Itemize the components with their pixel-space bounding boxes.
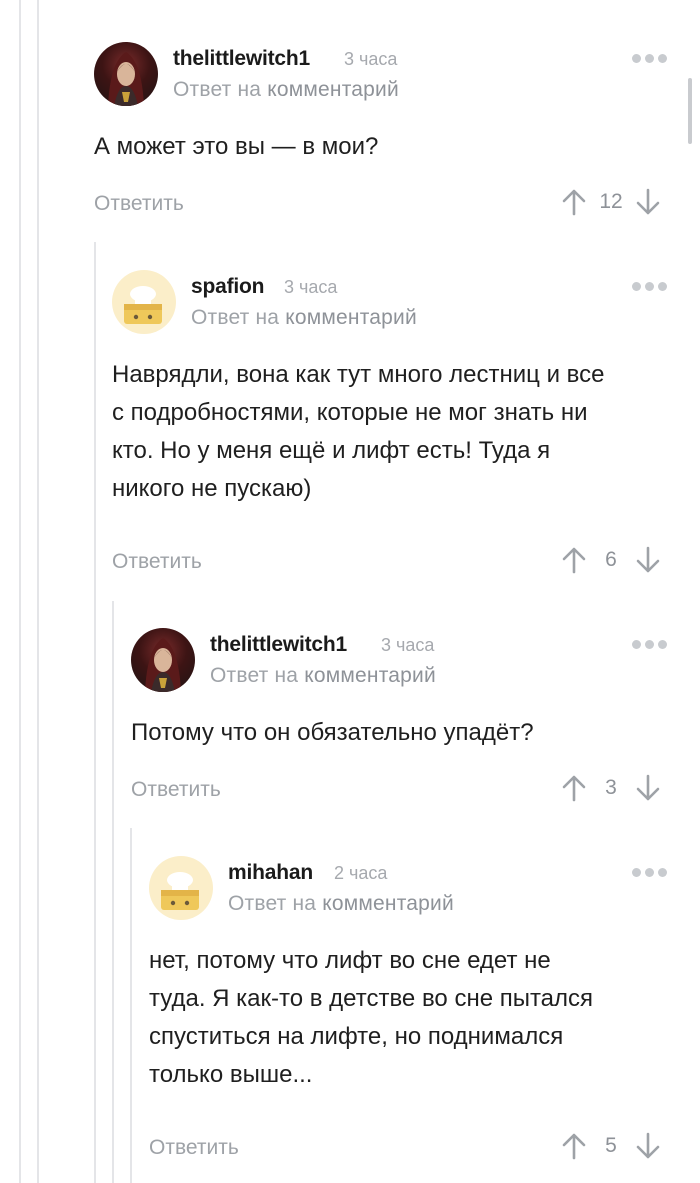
vote-controls: 6 [560, 545, 662, 575]
vote-controls: 12 [560, 187, 662, 217]
reply-to-prefix: Ответ на [210, 664, 299, 687]
reply-button[interactable]: Ответить [149, 1136, 239, 1160]
username[interactable]: mihahan [228, 861, 313, 885]
comment-time: 3 часа [344, 49, 398, 69]
comment-text-line: только выше... [149, 1061, 313, 1088]
comment-time: 3 часа [284, 277, 338, 297]
thread-line[interactable] [94, 242, 96, 1183]
comment-text: Наврядли, вона как тут много лестниц и в… [112, 356, 682, 508]
arrow-down-icon[interactable] [634, 773, 662, 803]
reply-to: Ответ на комментарий [210, 664, 436, 688]
witch-avatar-image [108, 52, 144, 106]
comment: mihahan 2 часа Ответ на комментарий нет,… [149, 856, 694, 1176]
rating-count: 12 [599, 190, 623, 213]
arrow-down-icon[interactable] [634, 545, 662, 575]
reply-to-prefix: Ответ на [228, 892, 317, 915]
reply-to: Ответ на комментарий [228, 892, 454, 916]
arrow-up-icon[interactable] [560, 1131, 588, 1161]
reply-button[interactable]: Ответить [112, 550, 202, 574]
arrow-down-icon[interactable] [634, 1131, 662, 1161]
comment-text-line: с подробностями, которые не мог знать ни [112, 399, 588, 426]
comment-text-line: кто. Но у меня ещё и лифт есть! Туда я [112, 437, 551, 464]
reply-button[interactable]: Ответить [94, 192, 184, 216]
avatar[interactable] [112, 270, 176, 334]
chef-avatar-image [124, 286, 162, 324]
comment-text-line: туда. Я как-то в детстве во сне пытался [149, 985, 594, 1012]
witch-avatar-image [145, 638, 181, 692]
arrow-up-icon[interactable] [560, 545, 588, 575]
comment: spafion 3 часа Ответ на комментарий Навр… [112, 270, 694, 590]
comment-text-line: нет, потому что лифт во сне едет не [149, 947, 551, 974]
comment-thread: thelittlewitch1 3 часа Ответ на коммента… [0, 0, 700, 1183]
rating-count: 5 [605, 1134, 617, 1157]
comment: thelittlewitch1 3 часа Ответ на коммента… [131, 628, 694, 818]
thread-line [19, 0, 21, 1183]
comment: thelittlewitch1 3 часа Ответ на коммента… [94, 42, 694, 232]
reply-to-link[interactable]: комментарий [304, 664, 436, 687]
username[interactable]: thelittlewitch1 [173, 47, 310, 71]
thread-line[interactable] [130, 828, 132, 1183]
reply-to: Ответ на комментарий [191, 306, 417, 330]
thread-line[interactable] [112, 601, 114, 1183]
comment-text-line: никого не пускаю) [112, 475, 312, 502]
more-dots-icon[interactable] [632, 54, 667, 63]
arrow-down-icon[interactable] [634, 187, 662, 217]
comment-text: Потому что он обязательно упадёт? [131, 719, 534, 746]
arrow-up-icon[interactable] [560, 773, 588, 803]
reply-to-link[interactable]: комментарий [322, 892, 454, 915]
reply-to: Ответ на комментарий [173, 78, 399, 102]
avatar[interactable] [149, 856, 213, 920]
rating-count: 3 [605, 776, 617, 799]
comment-text: А может это вы — в мои? [94, 133, 379, 160]
avatar[interactable] [131, 628, 195, 692]
username[interactable]: thelittlewitch1 [210, 633, 347, 657]
thread-line [37, 0, 39, 1183]
comment-text: нет, потому что лифт во сне едет не туда… [149, 942, 689, 1094]
reply-to-link[interactable]: комментарий [267, 78, 399, 101]
comment-time: 2 часа [334, 863, 388, 883]
chef-avatar-image [161, 872, 199, 910]
avatar[interactable] [94, 42, 158, 106]
username[interactable]: spafion [191, 275, 264, 299]
reply-to-prefix: Ответ на [173, 78, 262, 101]
more-dots-icon[interactable] [632, 868, 667, 877]
reply-to-prefix: Ответ на [191, 306, 280, 329]
more-dots-icon[interactable] [632, 282, 667, 291]
comment-time: 3 часа [381, 635, 435, 655]
arrow-up-icon[interactable] [560, 187, 588, 217]
reply-button[interactable]: Ответить [131, 778, 221, 802]
comment-text-line: спуститься на лифте, но поднимался [149, 1023, 564, 1050]
comment-text-line: Наврядли, вона как тут много лестниц и в… [112, 361, 605, 388]
more-dots-icon[interactable] [632, 640, 667, 649]
vote-controls: 5 [560, 1131, 662, 1161]
reply-to-link[interactable]: комментарий [285, 306, 417, 329]
vote-controls: 3 [560, 773, 662, 803]
rating-count: 6 [605, 548, 617, 571]
